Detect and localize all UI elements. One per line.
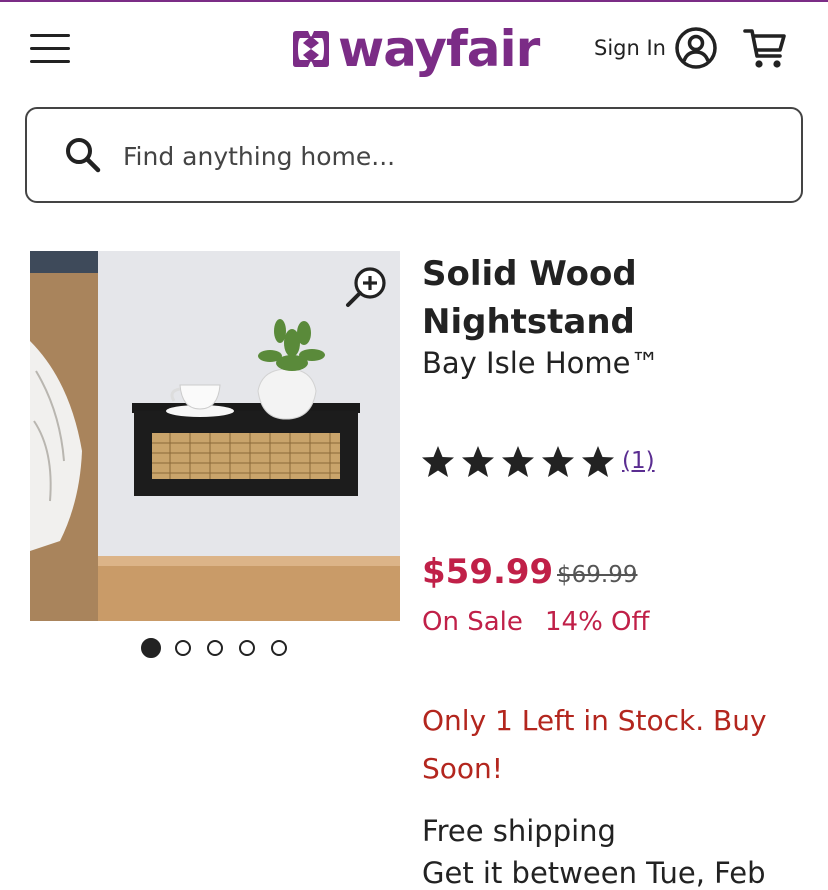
menu-bar (30, 47, 70, 50)
star-icon (422, 446, 454, 477)
star-icon (542, 446, 574, 477)
search-bar[interactable] (25, 107, 803, 203)
shopping-cart-icon[interactable] (742, 26, 788, 72)
carousel-dot-2[interactable] (175, 640, 191, 656)
wayfair-logo-icon (293, 31, 329, 67)
carousel-dot-5[interactable] (271, 640, 287, 656)
sale-price: $59.99 (422, 552, 554, 592)
carousel-dot-1[interactable] (141, 638, 161, 658)
sign-in-link[interactable]: Sign In (594, 36, 666, 60)
star-icon (462, 446, 494, 477)
menu-button[interactable] (30, 34, 70, 64)
search-icon (66, 138, 101, 173)
user-circle-icon[interactable] (674, 26, 718, 70)
search-input[interactable] (121, 135, 765, 177)
original-price: $69.99 (557, 562, 638, 588)
wayfair-logo[interactable]: wayfair (290, 18, 542, 80)
logo-wordmark: wayfair (338, 20, 540, 78)
product-brand[interactable]: Bay Isle Home™ (422, 346, 659, 380)
product-title: Solid Wood Nightstand (422, 254, 637, 342)
stock-message: Only 1 Left in Stock. Buy Soon! (422, 704, 767, 785)
review-count-link[interactable]: (1) (622, 448, 655, 474)
carousel-dot-3[interactable] (207, 640, 223, 656)
star-icon (502, 446, 534, 477)
hamburger-menu-icon (30, 34, 70, 37)
zoom-in-icon[interactable] (344, 263, 390, 309)
on-sale-label: On Sale (422, 607, 523, 637)
carousel-dot-4[interactable] (239, 640, 255, 656)
delivery-estimate: Get it between Tue, Feb (422, 856, 766, 890)
free-shipping-label: Free shipping (422, 814, 616, 848)
discount-label: 14% Off (545, 607, 650, 637)
menu-bar (30, 60, 70, 63)
top-accent-line (0, 0, 828, 2)
star-icon (582, 446, 614, 477)
